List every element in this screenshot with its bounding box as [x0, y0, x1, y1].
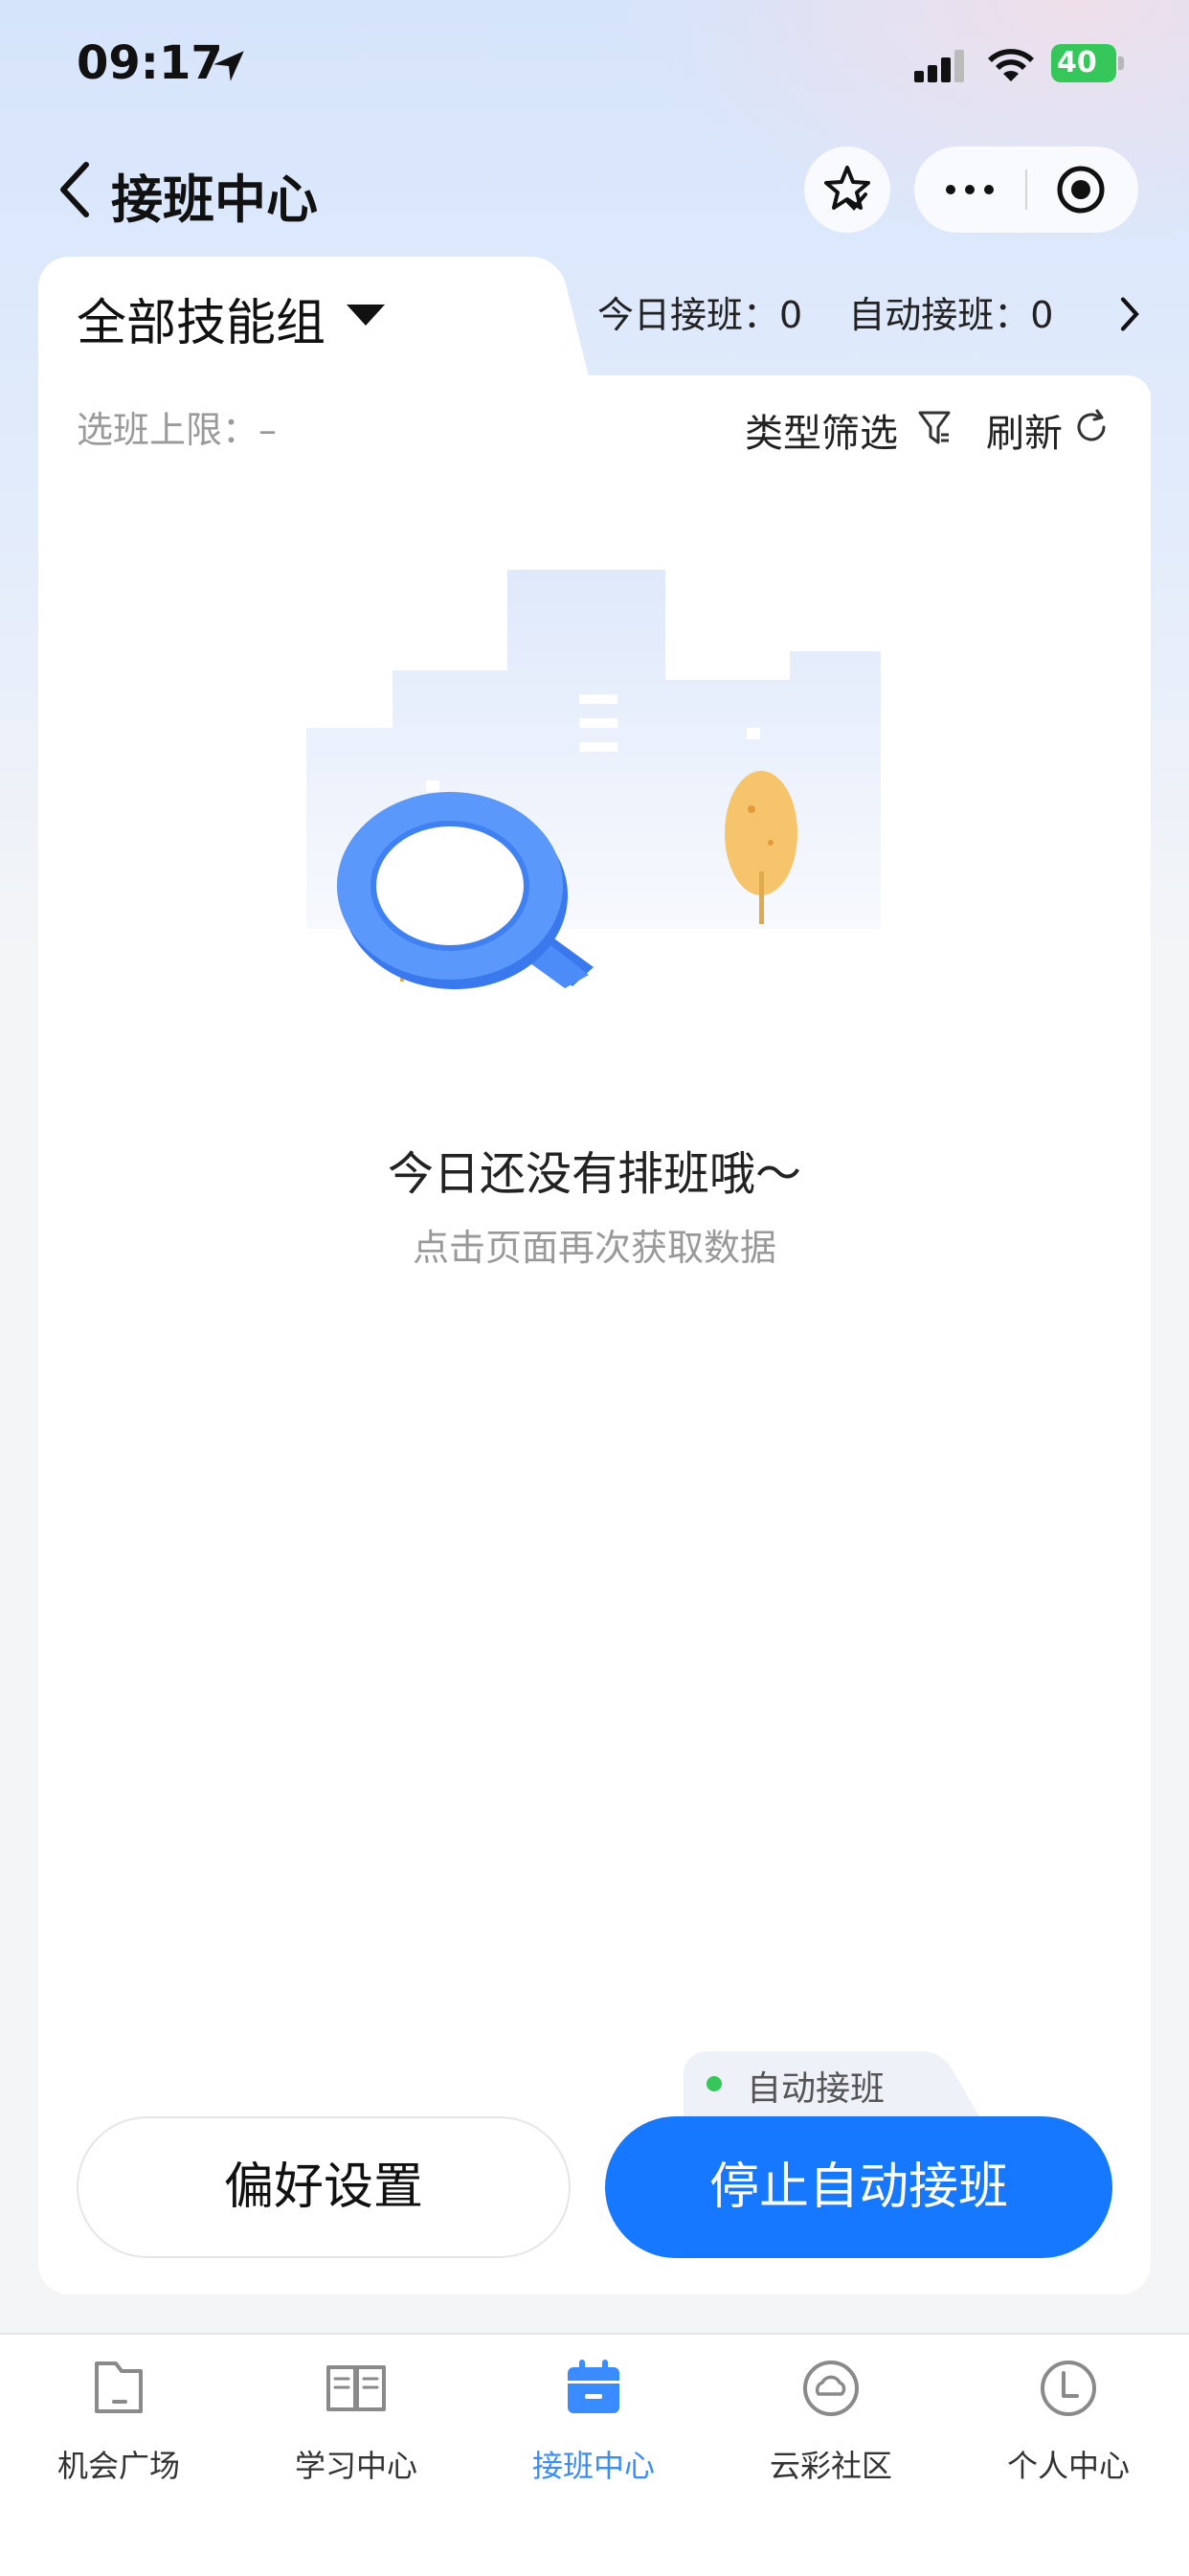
filter-icon[interactable] [917, 408, 952, 448]
tab-label: 机会广场 [56, 2448, 180, 2484]
tab-label: 接班中心 [531, 2448, 655, 2484]
more-icon[interactable] [914, 147, 1025, 233]
cellular-signal-icon [914, 50, 964, 82]
calendar-icon [568, 2360, 619, 2413]
chevron-right-icon[interactable] [1116, 293, 1143, 335]
battery-icon: 40 [1051, 44, 1126, 84]
wifi-icon [988, 49, 1034, 81]
battery-level: 40 [1051, 44, 1116, 82]
shift-stats[interactable]: 今日接班：0 自动接班：0 [597, 285, 1053, 338]
book-icon [326, 2365, 386, 2411]
auto-shift-count: 自动接班：0 [848, 294, 1054, 336]
status-bar: 09:17 40 [0, 0, 1189, 129]
preference-settings-button[interactable]: 偏好设置 [77, 2116, 571, 2258]
empty-search-illustration [306, 570, 881, 989]
mini-program-capsule [914, 147, 1138, 233]
tab-label: 云彩社区 [769, 2448, 892, 2484]
today-shift-count: 今日接班：0 [597, 294, 803, 336]
tab-opportunity-square[interactable]: 机会广场 [0, 2346, 237, 2486]
status-dot [707, 2076, 722, 2091]
person-icon [1041, 2361, 1096, 2416]
tab-shift-center[interactable]: 接班中心 [475, 2346, 712, 2486]
refresh-button[interactable]: 刷新 [986, 402, 1063, 458]
tab-cloud-community[interactable]: 云彩社区 [712, 2346, 950, 2486]
shift-limit: 选班上限：– [77, 409, 278, 451]
empty-title: 今日还没有排班哦～ [387, 1147, 801, 1201]
tab-learning-center[interactable]: 学习中心 [237, 2346, 475, 2486]
type-filter-button[interactable]: 类型筛选 [745, 402, 898, 458]
favorite-button[interactable] [804, 147, 890, 233]
folder-icon [95, 2361, 143, 2413]
caret-down-icon[interactable] [347, 305, 385, 326]
auto-shift-tag-label: 自动接班 [747, 2069, 886, 2109]
tab-label: 个人中心 [1006, 2448, 1130, 2484]
stop-auto-shift-button[interactable]: 停止自动接班 [605, 2116, 1112, 2258]
tab-personal-center[interactable]: 个人中心 [950, 2346, 1187, 2486]
close-target-icon[interactable] [1027, 147, 1138, 233]
page-title: 接班中心 [111, 169, 318, 230]
status-time: 09:17 [77, 36, 223, 90]
empty-subtitle[interactable]: 点击页面再次获取数据 [0, 1218, 1189, 1271]
cloud-icon [803, 2361, 859, 2416]
tab-label: 学习中心 [294, 2448, 417, 2484]
location-arrow-icon [213, 51, 244, 81]
skill-group-selector[interactable]: 全部技能组 [77, 282, 325, 354]
star-check-icon [824, 166, 870, 211]
refresh-icon[interactable] [1072, 408, 1110, 446]
back-chevron-icon[interactable] [56, 161, 94, 218]
